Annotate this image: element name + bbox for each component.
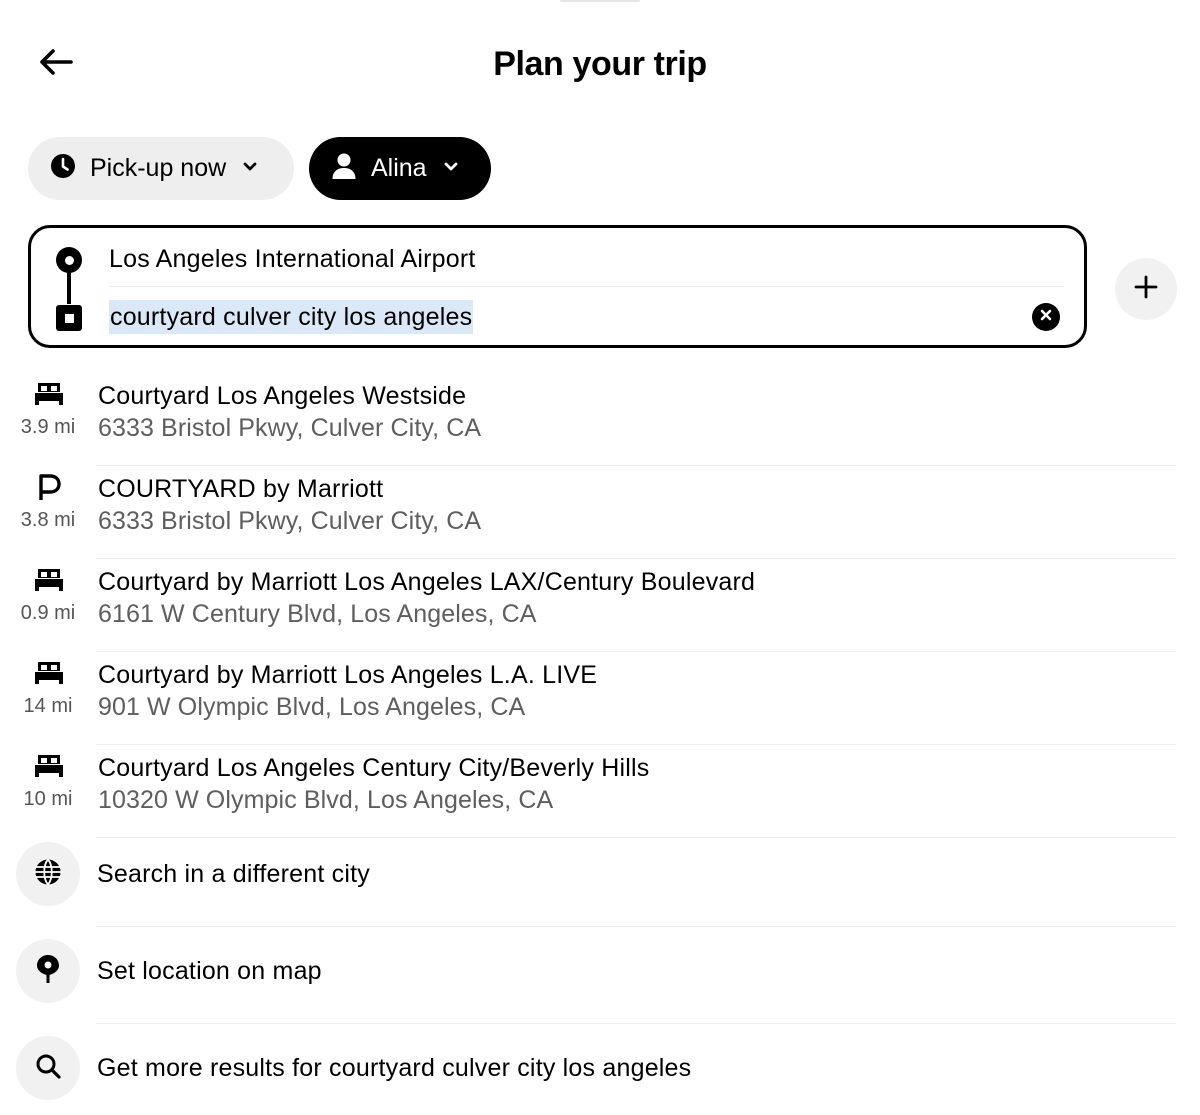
hotel-bed-icon: [34, 381, 64, 412]
sheet-grabber: [560, 0, 640, 2]
origin-field[interactable]: Los Angeles International Airport: [109, 243, 476, 275]
route-divider: [109, 286, 1064, 287]
result-distance: 3.9 mi: [20, 416, 76, 438]
result-address: 6333 Bristol Pkwy, Culver City, CA: [98, 507, 482, 535]
pickup-time-label: Pick-up now: [90, 154, 227, 182]
rider-chip[interactable]: Alina: [309, 137, 491, 200]
clear-destination-button[interactable]: [1032, 303, 1060, 331]
route-input-box: Los Angeles International Airport courty…: [28, 225, 1087, 348]
close-icon: [1039, 308, 1053, 327]
search-result-item[interactable]: 10 mi Courtyard Los Angeles Century City…: [0, 745, 1200, 838]
page-title: Plan your trip: [493, 45, 707, 83]
search-icon: [35, 1053, 61, 1084]
search-result-item[interactable]: 3.8 mi COURTYARD by Marriott 6333 Bristo…: [0, 466, 1200, 559]
search-different-city-action[interactable]: Search in a different city: [0, 830, 1200, 927]
set-location-on-map-action[interactable]: Set location on map: [0, 927, 1200, 1024]
result-address: 10320 W Olympic Blvd, Los Angeles, CA: [98, 786, 554, 814]
rider-label: Alina: [371, 154, 427, 182]
action-label: Set location on map: [97, 957, 322, 985]
route-connector: [67, 270, 71, 304]
clock-icon: [50, 153, 76, 184]
result-distance: 10 mi: [23, 788, 73, 810]
chevron-down-icon: [242, 160, 258, 178]
pickup-time-chip[interactable]: Pick-up now: [28, 137, 294, 200]
globe-icon: [34, 857, 62, 891]
search-result-item[interactable]: 0.9 mi Courtyard by Marriott Los Angeles…: [0, 559, 1200, 652]
action-label: Get more results for courtyard culver ci…: [97, 1054, 692, 1082]
result-name: Courtyard by Marriott Los Angeles LAX/Ce…: [98, 568, 756, 596]
parking-icon: [36, 473, 62, 506]
plan-trip-screen: Plan your trip Pick-up now Alina Los Ang…: [0, 0, 1200, 1115]
hotel-bed-icon: [34, 753, 64, 784]
hotel-bed-icon: [34, 660, 64, 691]
result-address: 901 W Olympic Blvd, Los Angeles, CA: [98, 693, 526, 721]
add-stop-button[interactable]: [1115, 258, 1177, 320]
result-name: Courtyard Los Angeles Westside: [98, 382, 467, 410]
hotel-bed-icon: [34, 567, 64, 598]
search-result-item[interactable]: 14 mi Courtyard by Marriott Los Angeles …: [0, 652, 1200, 745]
result-distance: 3.8 mi: [20, 509, 76, 531]
plus-icon: [1134, 275, 1158, 304]
action-label: Search in a different city: [97, 860, 370, 888]
result-distance: 0.9 mi: [20, 602, 76, 624]
result-distance: 14 mi: [23, 695, 73, 717]
result-name: Courtyard by Marriott Los Angeles L.A. L…: [98, 661, 598, 689]
result-name: COURTYARD by Marriott: [98, 475, 384, 503]
result-address: 6161 W Century Blvd, Los Angeles, CA: [98, 600, 537, 628]
map-pin-icon: [36, 954, 60, 989]
person-icon: [331, 152, 357, 185]
result-address: 6333 Bristol Pkwy, Culver City, CA: [98, 414, 482, 442]
destination-marker-icon: [56, 305, 82, 331]
destination-input[interactable]: courtyard culver city los angeles: [109, 300, 474, 334]
search-result-item[interactable]: 3.9 mi Courtyard Los Angeles Westside 63…: [0, 373, 1200, 466]
chevron-down-icon: [443, 160, 459, 178]
get-more-results-action[interactable]: Get more results for courtyard culver ci…: [0, 1024, 1200, 1115]
result-name: Courtyard Los Angeles Century City/Bever…: [98, 754, 650, 782]
